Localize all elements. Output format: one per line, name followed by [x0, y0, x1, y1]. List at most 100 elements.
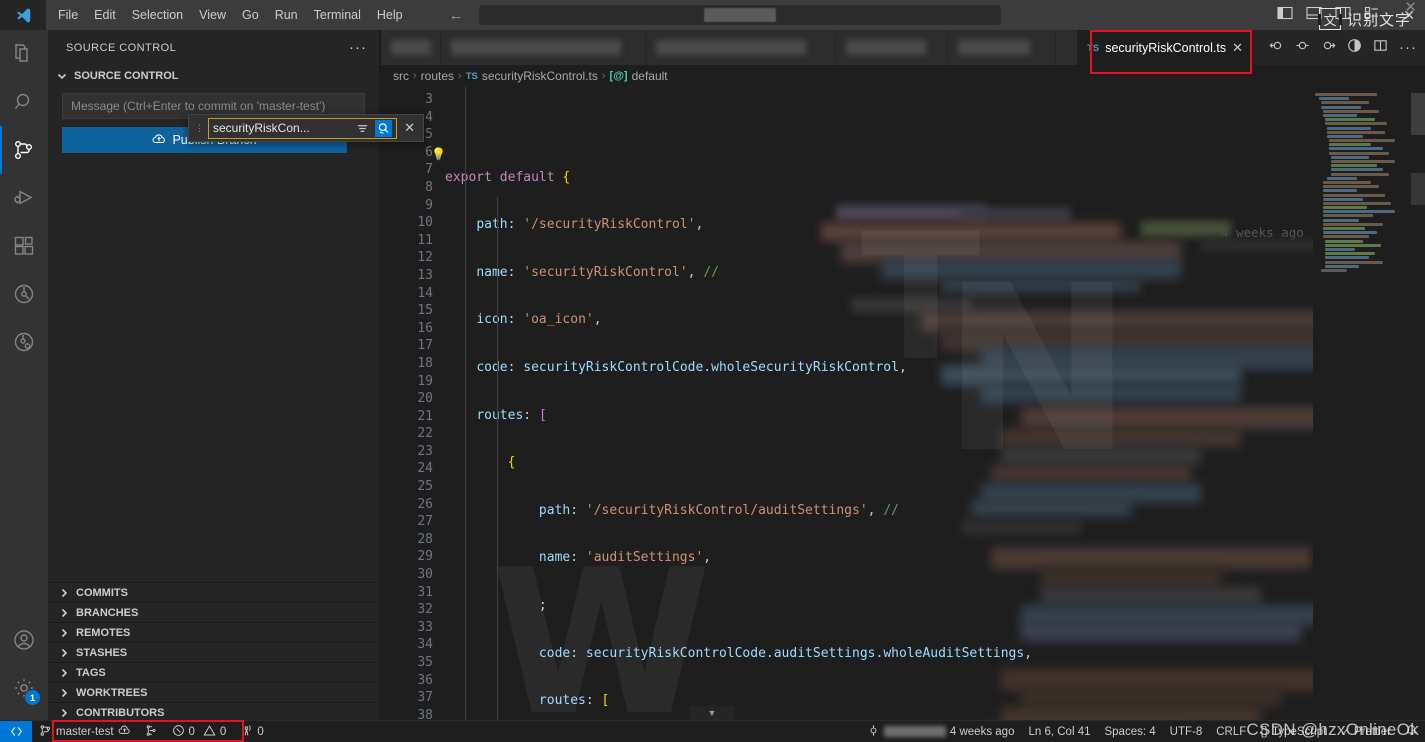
code-editor[interactable]: 3 4 5 6 7 8 9 10 11 12 13 14 15 16 17 18…	[381, 87, 1425, 722]
status-blame-label: 4 weeks ago	[949, 725, 1015, 738]
minimap[interactable]	[1313, 87, 1411, 722]
sidebar-section-worktrees[interactable]: WORKTREES	[48, 682, 380, 702]
chevron-right-icon	[56, 585, 72, 601]
menu-terminal[interactable]: Terminal	[306, 5, 369, 25]
status-cursor-position[interactable]: Ln 6, Col 41	[1021, 721, 1097, 742]
sidebar-section-label: BRANCHES	[76, 606, 139, 619]
sidebar-section-remotes[interactable]: REMOTES	[48, 622, 380, 642]
sidebar-item-search[interactable]	[0, 78, 48, 126]
status-notifications[interactable]	[1398, 721, 1425, 742]
fuzzy-match-icon[interactable]	[375, 119, 393, 137]
find-widget[interactable]: ⋮⋮ securityRiskCon... ✕	[188, 114, 424, 142]
find-input[interactable]: securityRiskCon...	[213, 121, 350, 135]
status-encoding[interactable]: UTF-8	[1163, 721, 1210, 742]
toggle-primary-sidebar-icon[interactable]	[1277, 5, 1293, 26]
status-indentation[interactable]: Spaces: 4	[1097, 721, 1162, 742]
status-branch-label: master-test	[56, 725, 114, 738]
more-actions-icon[interactable]: ···	[1399, 39, 1417, 56]
sidebar-item-gitlens-inspect[interactable]	[0, 270, 48, 318]
sidebar-section-contributors[interactable]: CONTRIBUTORS	[48, 702, 380, 722]
status-ports[interactable]: 0	[233, 721, 270, 742]
ocr-floating-button[interactable]: 文 识别文字 ✕	[1317, 0, 1417, 30]
braces-icon: {}	[1260, 725, 1268, 738]
close-icon[interactable]: ✕	[1232, 40, 1243, 56]
breadcrumb-routes[interactable]: routes	[421, 69, 454, 83]
sidebar-section-label: REMOTES	[76, 626, 131, 639]
arrow-left-icon[interactable]: ←	[449, 7, 464, 24]
breadcrumb-symbol[interactable]: default	[632, 69, 668, 83]
menu-run[interactable]: Run	[267, 5, 306, 25]
lightbulb-icon[interactable]: 💡	[431, 147, 446, 161]
sidebar-section-label: WORKTREES	[76, 686, 148, 699]
redacted-search-text	[704, 8, 776, 22]
status-eol[interactable]: CRLF	[1209, 721, 1253, 742]
tab-redacted[interactable]	[381, 30, 441, 65]
sidebar-section-tags[interactable]: TAGS	[48, 662, 380, 682]
filter-icon[interactable]	[354, 120, 371, 137]
line-number: 35	[417, 655, 433, 670]
gitlens-branch-icon	[145, 724, 158, 740]
tab-redacted[interactable]	[948, 30, 1056, 65]
sidebar-section-stashes[interactable]: STASHES	[48, 642, 380, 662]
tab-redacted[interactable]	[836, 30, 948, 65]
breadcrumb-file[interactable]: securityRiskControl.ts	[482, 69, 598, 83]
split-editor-icon[interactable]	[1373, 38, 1388, 58]
code-line: icon: 'oa_icon',	[476, 312, 602, 328]
sidebar-item-gitlens-graph[interactable]	[0, 318, 48, 366]
status-problems[interactable]: 0 0	[165, 721, 234, 742]
sidebar-section-label: TAGS	[76, 666, 106, 679]
gear-icon[interactable]: 1	[0, 664, 48, 712]
tab-redacted[interactable]	[441, 30, 646, 65]
breadcrumb: src › routes › TS securityRiskControl.ts…	[381, 65, 1425, 87]
panel-toggle-handle[interactable]: ▼	[690, 706, 734, 720]
breadcrumb-src[interactable]: src	[393, 69, 409, 83]
sidebar-sections: COMMITS BRANCHES REMOTES STASHES TAGS WO…	[48, 582, 380, 722]
menu-selection[interactable]: Selection	[124, 5, 191, 25]
sidebar-item-explorer[interactable]	[0, 30, 48, 78]
code-line: code: securityRiskControlCode.auditSetti…	[538, 645, 1033, 661]
menu-go[interactable]: Go	[234, 5, 267, 25]
status-gitlens[interactable]	[138, 721, 165, 742]
line-number: 28	[417, 531, 433, 547]
chevron-down-icon	[54, 68, 70, 84]
editor-action-bar: ···	[1269, 30, 1417, 65]
close-icon[interactable]: ✕	[1404, 0, 1417, 16]
find-input-box[interactable]: securityRiskCon...	[208, 117, 398, 139]
drag-grip-icon[interactable]: ⋮⋮	[195, 124, 214, 133]
menu-view[interactable]: View	[191, 5, 234, 25]
gitlens-previous-icon[interactable]	[1269, 38, 1284, 58]
gitlens-next-icon[interactable]	[1321, 38, 1336, 58]
tab-redacted[interactable]	[646, 30, 836, 65]
sidebar-item-extensions[interactable]	[0, 222, 48, 270]
check-icon: ✓	[1340, 726, 1350, 739]
status-prettier[interactable]: ✓ Prettier	[1333, 721, 1398, 742]
status-branch[interactable]: master-test	[32, 721, 138, 742]
remote-window-icon[interactable]	[0, 720, 32, 742]
close-icon[interactable]: ✕	[402, 120, 417, 136]
menu-help[interactable]: Help	[369, 5, 411, 25]
account-icon[interactable]	[0, 616, 48, 664]
tab-security-risk-control[interactable]: TS securityRiskControl.ts ✕	[1077, 30, 1253, 65]
gitlens-blame-icon[interactable]	[1347, 38, 1362, 58]
status-blame[interactable]: 4 weeks ago	[860, 721, 1022, 742]
menu-edit[interactable]: Edit	[86, 5, 124, 25]
chevron-right-icon	[56, 645, 72, 661]
sidebar-section-branches[interactable]: BRANCHES	[48, 602, 380, 622]
line-number: 16	[417, 320, 433, 336]
editor-scrollbar[interactable]	[1411, 87, 1425, 722]
source-control-section-header[interactable]: SOURCE CONTROL	[48, 65, 379, 87]
gitlens-commit-icon[interactable]	[1295, 38, 1310, 58]
more-actions-icon[interactable]: ···	[349, 39, 367, 56]
command-center-search[interactable]	[478, 4, 1002, 26]
line-number: 3	[425, 92, 433, 107]
menu-file[interactable]: File	[50, 5, 86, 25]
code-text[interactable]: export default { path: '/securityRiskCon…	[445, 87, 1425, 722]
status-language-mode[interactable]: {} TypeScript	[1253, 721, 1333, 742]
sidebar-section-commits[interactable]: COMMITS	[48, 582, 380, 602]
sidebar-item-source-control[interactable]	[0, 126, 48, 174]
line-number: 26	[417, 496, 433, 512]
line-number: 19	[417, 373, 433, 389]
cloud-sync-icon[interactable]	[118, 724, 131, 740]
sidebar-item-run-and-debug[interactable]	[0, 174, 48, 222]
code-line: name: 'auditSettings',	[538, 550, 712, 566]
